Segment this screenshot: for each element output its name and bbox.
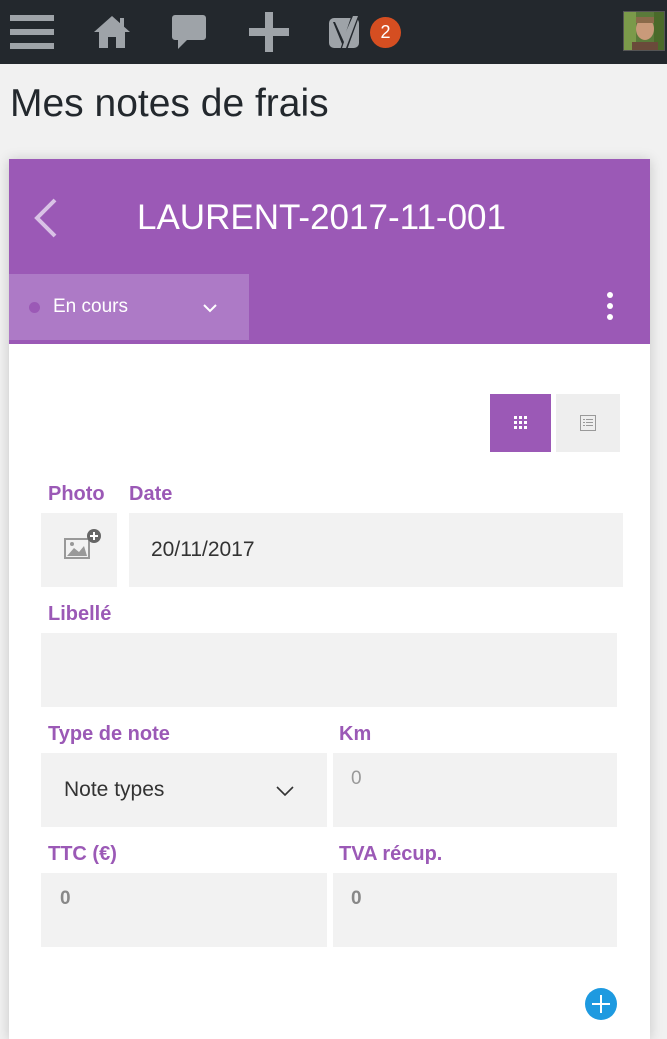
chevron-down-icon <box>203 300 217 318</box>
libelle-label: Libellé <box>48 603 112 625</box>
libelle-input[interactable] <box>41 633 617 707</box>
speech-bubble-icon[interactable] <box>170 0 208 64</box>
list-icon <box>580 415 596 431</box>
add-button[interactable] <box>585 988 617 1020</box>
tva-input[interactable]: 0 <box>333 873 617 947</box>
ttc-value: 0 <box>60 888 71 909</box>
report-reference: LAURENT-2017-11-001 <box>137 198 506 237</box>
note-type-value: Note types <box>64 778 165 801</box>
tva-label: TVA récup. <box>339 843 443 865</box>
status-label: En cours <box>53 296 128 317</box>
page-title: Mes notes de frais <box>10 82 329 125</box>
chevron-down-icon <box>276 786 294 796</box>
tva-value: 0 <box>351 888 362 909</box>
date-value: 20/11/2017 <box>151 538 255 561</box>
km-placeholder: 0 <box>351 768 362 789</box>
home-icon[interactable] <box>92 0 132 64</box>
ttc-label: TTC (€) <box>48 843 117 865</box>
yoast-icon[interactable] <box>326 0 370 64</box>
plus-icon[interactable] <box>248 0 290 64</box>
photo-upload-button[interactable] <box>41 513 117 587</box>
expense-report-card: LAURENT-2017-11-001 En cours Photo Date <box>9 159 650 1039</box>
date-input[interactable]: 20/11/2017 <box>129 513 623 587</box>
add-image-icon <box>64 529 101 559</box>
grid-icon <box>513 416 527 429</box>
back-chevron-icon[interactable] <box>29 197 69 239</box>
km-input[interactable]: 0 <box>333 753 617 827</box>
ttc-input[interactable]: 0 <box>41 873 327 947</box>
status-dropdown[interactable]: En cours <box>9 274 249 340</box>
admin-bar: 2 <box>0 0 667 64</box>
more-options-icon[interactable] <box>607 292 615 322</box>
notification-badge[interactable]: 2 <box>370 17 401 48</box>
type-label: Type de note <box>48 723 170 745</box>
card-header: LAURENT-2017-11-001 En cours <box>9 159 650 344</box>
photo-label: Photo <box>48 483 105 505</box>
plus-circle-icon <box>592 995 610 1013</box>
status-dot-icon <box>29 301 40 313</box>
date-label: Date <box>129 483 173 505</box>
avatar[interactable] <box>623 11 665 51</box>
hamburger-menu-icon[interactable] <box>8 0 56 64</box>
grid-view-button[interactable] <box>490 394 551 452</box>
note-type-select[interactable]: Note types <box>41 753 327 827</box>
list-view-button[interactable] <box>556 394 620 452</box>
km-label: Km <box>339 723 372 745</box>
